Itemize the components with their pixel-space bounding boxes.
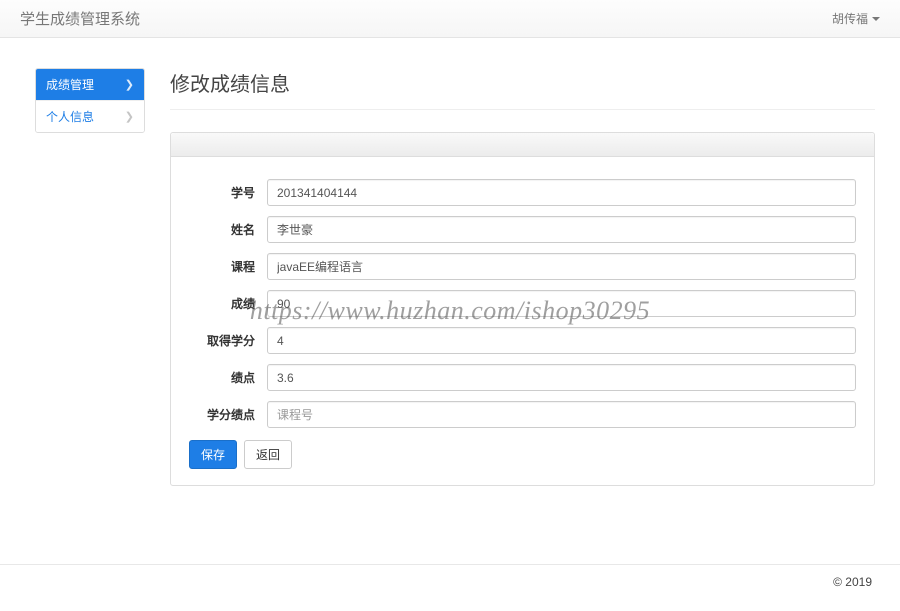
sidebar-item-score-mgmt[interactable]: 成绩管理 ❯ xyxy=(36,69,144,101)
chevron-right-icon: ❯ xyxy=(125,110,134,123)
form-panel: 学号 姓名 课程 成绩 取得学分 xyxy=(170,132,875,486)
input-student-id[interactable] xyxy=(267,179,856,206)
user-menu[interactable]: 胡传福 xyxy=(832,10,880,27)
footer-divider xyxy=(0,564,900,565)
label-course: 课程 xyxy=(189,258,267,275)
input-credit-gpa[interactable] xyxy=(267,401,856,428)
form-row-credit-gpa: 学分绩点 xyxy=(189,401,856,428)
panel-header xyxy=(171,133,874,157)
page-title: 修改成绩信息 xyxy=(170,68,875,110)
sidebar-item-label: 成绩管理 xyxy=(46,76,94,93)
form-row-student-id: 学号 xyxy=(189,179,856,206)
main-container: 成绩管理 ❯ 个人信息 ❯ 修改成绩信息 学号 姓名 课程 xyxy=(0,38,900,486)
input-score[interactable] xyxy=(267,290,856,317)
label-score: 成绩 xyxy=(189,295,267,312)
label-gpa: 绩点 xyxy=(189,369,267,386)
form-row-course: 课程 xyxy=(189,253,856,280)
main-content: 修改成绩信息 学号 姓名 课程 成绩 xyxy=(170,68,875,486)
input-name[interactable] xyxy=(267,216,856,243)
caret-down-icon xyxy=(872,17,880,21)
user-name: 胡传福 xyxy=(832,10,868,27)
form-row-gpa: 绩点 xyxy=(189,364,856,391)
label-credit-gpa: 学分绩点 xyxy=(189,406,267,423)
footer-copyright: © 2019 xyxy=(833,575,872,589)
label-name: 姓名 xyxy=(189,221,267,238)
input-gpa[interactable] xyxy=(267,364,856,391)
sidebar-item-label: 个人信息 xyxy=(46,108,94,125)
sidebar-item-profile[interactable]: 个人信息 ❯ xyxy=(36,101,144,132)
form-row-credit: 取得学分 xyxy=(189,327,856,354)
input-course[interactable] xyxy=(267,253,856,280)
form-row-name: 姓名 xyxy=(189,216,856,243)
save-button[interactable]: 保存 xyxy=(189,440,237,469)
chevron-right-icon: ❯ xyxy=(125,78,134,91)
form-row-score: 成绩 xyxy=(189,290,856,317)
sidebar: 成绩管理 ❯ 个人信息 ❯ xyxy=(35,68,145,133)
app-brand: 学生成绩管理系统 xyxy=(20,8,140,29)
label-credit: 取得学分 xyxy=(189,332,267,349)
input-credit[interactable] xyxy=(267,327,856,354)
label-student-id: 学号 xyxy=(189,184,267,201)
top-navbar: 学生成绩管理系统 胡传福 xyxy=(0,0,900,38)
back-button[interactable]: 返回 xyxy=(244,440,292,469)
panel-body: 学号 姓名 课程 成绩 取得学分 xyxy=(171,157,874,485)
form-actions: 保存 返回 xyxy=(189,440,856,469)
